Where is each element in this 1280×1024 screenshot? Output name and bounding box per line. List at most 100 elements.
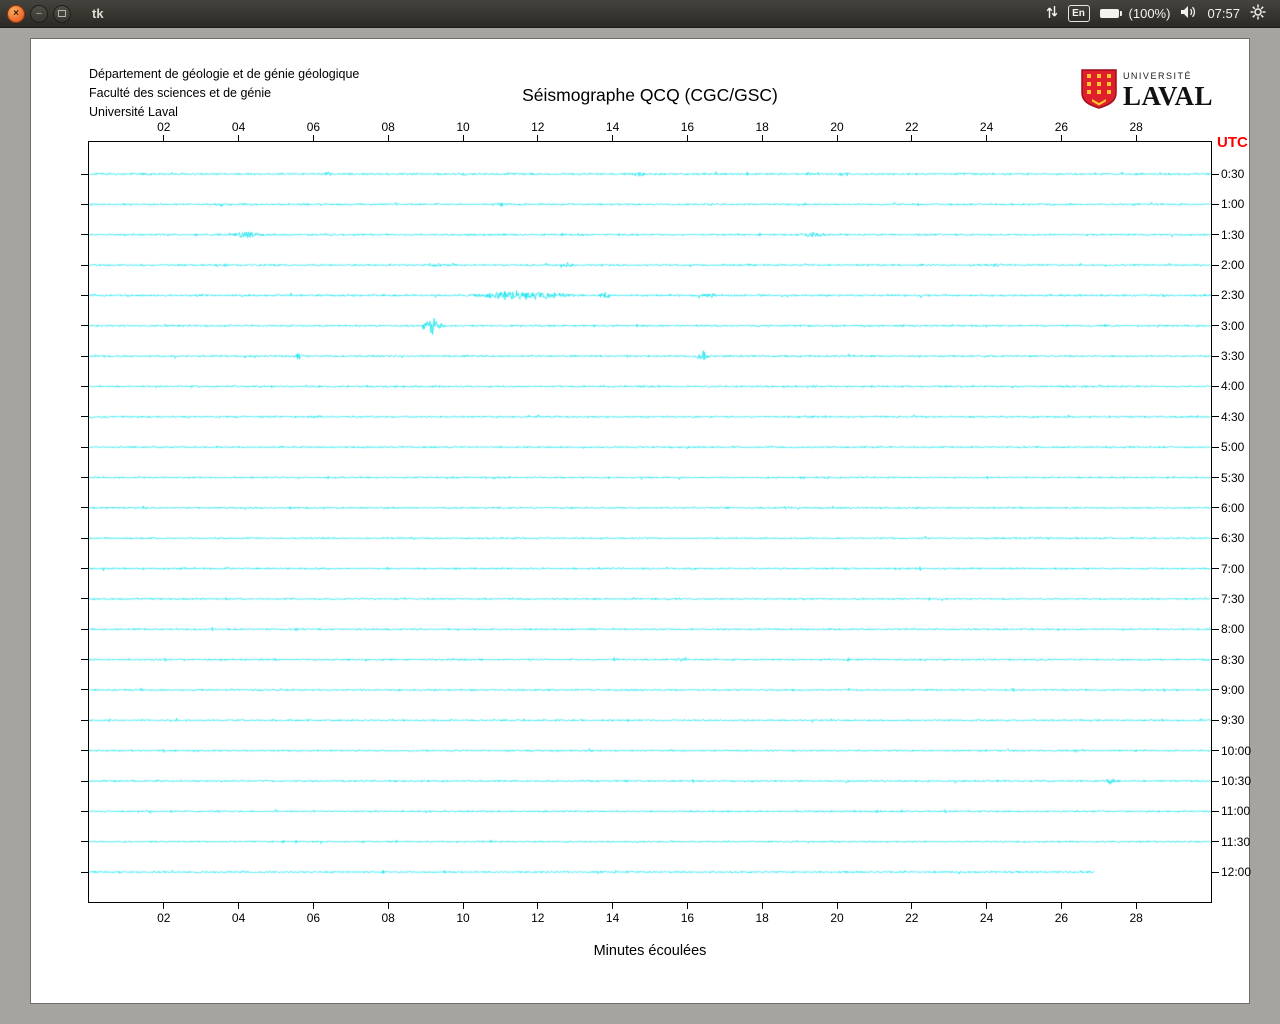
logo-universite-label: UNIVERSITÉ — [1123, 72, 1213, 81]
trace-time-label: 4:00 — [1221, 379, 1265, 393]
trace-tick-left — [81, 720, 88, 721]
trace-time-label: 1:30 — [1221, 228, 1265, 242]
window-controls: × – — [0, 5, 76, 23]
x-tick-bottom — [537, 903, 538, 909]
trace-tick-right — [1212, 386, 1219, 387]
x-tick-bottom — [612, 903, 613, 909]
trace-time-label: 1:00 — [1221, 197, 1265, 211]
trace-tick-left — [81, 629, 88, 630]
trace-time-label: 5:30 — [1221, 471, 1265, 485]
trace-time-label: 3:00 — [1221, 319, 1265, 333]
org-line-1: Département de géologie et de génie géol… — [89, 65, 359, 84]
x-tick-label-top: 28 — [1121, 120, 1151, 134]
trace-tick-right — [1212, 447, 1219, 448]
trace-tick-left — [81, 841, 88, 842]
trace-tick-right — [1212, 689, 1219, 690]
x-tick-label-top: 22 — [897, 120, 927, 134]
trace-tick-right — [1212, 325, 1219, 326]
volume-icon[interactable] — [1180, 5, 1197, 22]
system-tray: En (100%) 07:57 — [1046, 4, 1280, 23]
x-tick-label-bottom: 12 — [523, 911, 553, 925]
x-tick-label-bottom: 24 — [972, 911, 1002, 925]
x-tick-bottom — [163, 903, 164, 909]
trace-tick-right — [1212, 872, 1219, 873]
window-title: tk — [92, 6, 104, 21]
trace-tick-left — [81, 872, 88, 873]
trace-time-label: 8:30 — [1221, 653, 1265, 667]
window-titlebar: × – tk En (100%) 07:57 — [0, 0, 1280, 28]
trace-tick-left — [81, 750, 88, 751]
x-tick-bottom — [1061, 903, 1062, 909]
trace-time-label: 9:00 — [1221, 683, 1265, 697]
x-tick-label-bottom: 08 — [373, 911, 403, 925]
x-tick-top — [463, 135, 464, 141]
trace-time-label: 12:00 — [1221, 865, 1265, 879]
x-tick-bottom — [762, 903, 763, 909]
x-tick-label-top: 12 — [523, 120, 553, 134]
trace-tick-right — [1212, 538, 1219, 539]
x-tick-bottom — [986, 903, 987, 909]
trace-tick-right — [1212, 598, 1219, 599]
trace-tick-left — [81, 386, 88, 387]
trace-tick-left — [81, 265, 88, 266]
x-tick-label-top: 26 — [1046, 120, 1076, 134]
trace-tick-left — [81, 781, 88, 782]
x-tick-top — [1061, 135, 1062, 141]
trace-tick-left — [81, 356, 88, 357]
session-gear-icon[interactable] — [1250, 4, 1266, 23]
desktop: × – tk En (100%) 07:57 — [0, 0, 1280, 1024]
window-close-button[interactable]: × — [7, 5, 25, 23]
x-tick-label-top: 06 — [298, 120, 328, 134]
trace-time-label: 6:00 — [1221, 501, 1265, 515]
trace-tick-right — [1212, 204, 1219, 205]
x-tick-bottom — [687, 903, 688, 909]
logo-laval-label: LAVAL — [1123, 83, 1213, 110]
x-tick-top — [238, 135, 239, 141]
trace-tick-right — [1212, 659, 1219, 660]
x-tick-bottom — [238, 903, 239, 909]
trace-time-label: 10:30 — [1221, 774, 1265, 788]
trace-tick-right — [1212, 234, 1219, 235]
battery-icon[interactable] — [1100, 9, 1119, 18]
trace-tick-left — [81, 204, 88, 205]
x-tick-label-bottom: 28 — [1121, 911, 1151, 925]
battery-percentage[interactable]: (100%) — [1129, 6, 1171, 21]
x-tick-top — [1136, 135, 1137, 141]
window-maximize-button[interactable] — [53, 5, 71, 23]
trace-tick-left — [81, 295, 88, 296]
x-tick-label-top: 16 — [672, 120, 702, 134]
trace-time-label: 3:30 — [1221, 349, 1265, 363]
x-tick-label-top: 24 — [972, 120, 1002, 134]
x-tick-label-bottom: 10 — [448, 911, 478, 925]
trace-tick-right — [1212, 416, 1219, 417]
trace-tick-right — [1212, 750, 1219, 751]
trace-tick-right — [1212, 568, 1219, 569]
x-tick-label-bottom: 18 — [747, 911, 777, 925]
trace-tick-right — [1212, 174, 1219, 175]
x-tick-label-bottom: 16 — [672, 911, 702, 925]
trace-tick-right — [1212, 720, 1219, 721]
x-tick-label-bottom: 02 — [149, 911, 179, 925]
x-tick-label-bottom: 26 — [1046, 911, 1076, 925]
trace-tick-right — [1212, 629, 1219, 630]
x-tick-bottom — [837, 903, 838, 909]
window-minimize-button[interactable]: – — [30, 5, 48, 23]
x-tick-top — [687, 135, 688, 141]
text-input-arrows-icon[interactable] — [1046, 5, 1058, 22]
x-tick-bottom — [388, 903, 389, 909]
trace-tick-left — [81, 538, 88, 539]
clock[interactable]: 07:57 — [1207, 6, 1240, 21]
x-tick-top — [313, 135, 314, 141]
trace-tick-right — [1212, 295, 1219, 296]
x-tick-label-top: 14 — [598, 120, 628, 134]
trace-time-label: 6:30 — [1221, 531, 1265, 545]
trace-tick-left — [81, 447, 88, 448]
x-tick-top — [911, 135, 912, 141]
keyboard-layout-indicator[interactable]: En — [1068, 5, 1090, 22]
utc-axis-label: UTC — [1217, 134, 1248, 151]
x-axis-label: Minutes écoulées — [89, 943, 1211, 959]
x-tick-top — [837, 135, 838, 141]
trace-tick-right — [1212, 781, 1219, 782]
trace-tick-left — [81, 174, 88, 175]
trace-tick-right — [1212, 507, 1219, 508]
